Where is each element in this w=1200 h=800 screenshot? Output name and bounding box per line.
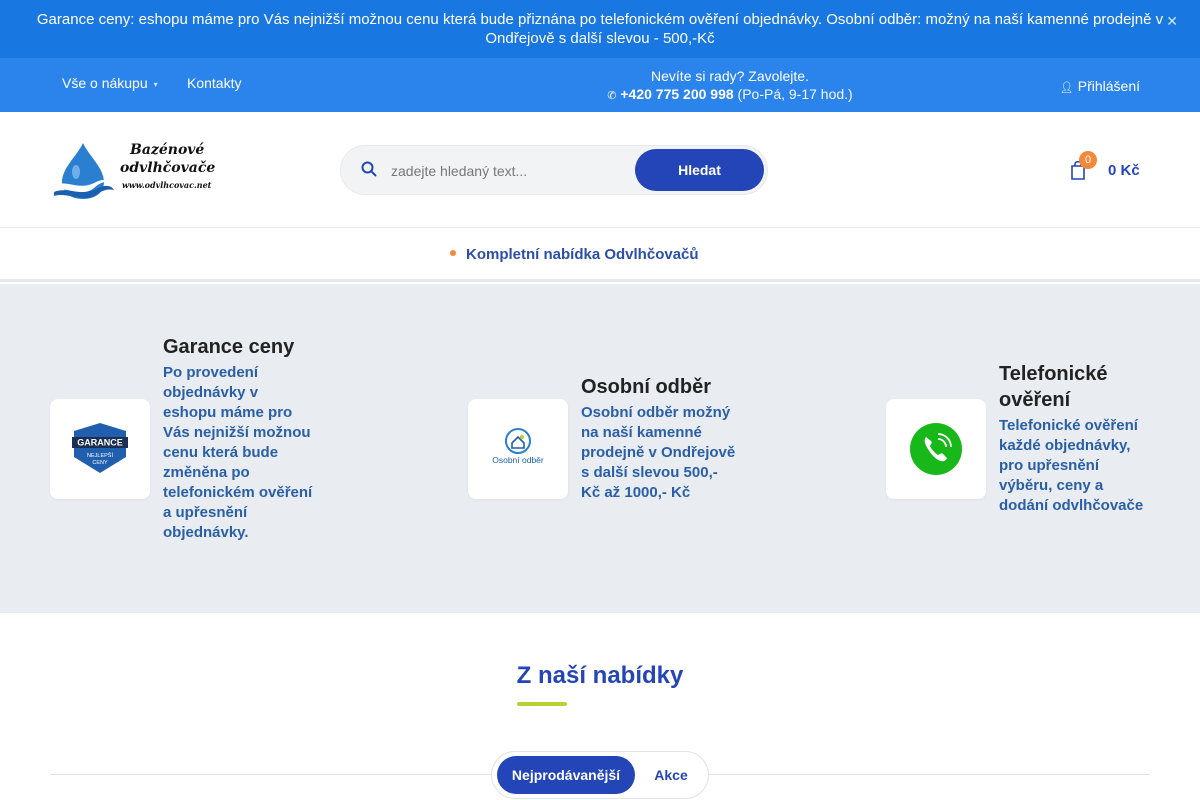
help-text: Nevíte si rady? Zavolejte. <box>651 68 809 84</box>
feature-price-guarantee: GARANCE NEJLEPŠÍ CENY Garance ceny Po pr… <box>50 336 350 576</box>
badge-line-2: NEJLEPŠÍ <box>87 452 113 459</box>
title-underline <box>517 702 567 706</box>
search-input[interactable] <box>391 156 631 186</box>
category-label: Kompletní nabídka Odvlhčovačů <box>466 246 699 263</box>
close-icon[interactable]: ✕ <box>1166 12 1178 31</box>
logo-text-line1: Bazénové <box>130 142 205 158</box>
feature-card <box>886 399 986 499</box>
announcement-text: Garance ceny: eshopu máme pro Vás nejniž… <box>36 11 1164 47</box>
site-logo[interactable]: Bazénové odvlhčovače www.odvlhcovac.net <box>52 140 217 202</box>
section-title: Z naší nabídky <box>516 662 684 689</box>
business-hours: (Po-Pá, 9-17 hod.) <box>737 86 853 102</box>
login-link[interactable]: 👤︎ Přihlášení <box>1060 78 1140 94</box>
guarantee-badge-icon: GARANCE NEJLEPŠÍ CENY <box>72 423 128 473</box>
features-section: GARANCE NEJLEPŠÍ CENY Garance ceny Po pr… <box>0 284 1200 613</box>
water-drop-logo-icon <box>52 143 114 199</box>
nav-link-kontakty[interactable]: Kontakty <box>187 75 241 91</box>
feature-title: Osobní odběr <box>581 376 711 398</box>
badge-line-1: GARANCE <box>77 438 123 448</box>
nav-link-label: Vše o nákupu <box>62 75 148 91</box>
cart-total: 0 Kč <box>1108 162 1140 179</box>
tab-best-sellers[interactable]: Nejprodávanější <box>497 756 635 794</box>
feature-card: GARANCE NEJLEPŠÍ CENY <box>50 399 150 499</box>
feature-title: Telefonické ověření <box>999 363 1108 411</box>
bullet-dot-icon <box>450 250 456 257</box>
feature-card: Osobní odběr <box>468 399 568 499</box>
offer-tabs: Nejprodávanější Akce <box>491 751 709 799</box>
search-box: Hledat <box>340 145 768 195</box>
feature-text: Osobní odběr možný na naší kamenné prode… <box>581 404 736 501</box>
search-icon[interactable] <box>361 161 377 177</box>
chevron-down-icon: ▾ <box>153 79 158 89</box>
cart[interactable]: 0 0 Kč <box>1070 151 1150 185</box>
logo-text-line3: www.odvlhcovac.net <box>122 180 212 190</box>
user-icon: 👤︎ <box>1059 82 1074 94</box>
feature-personal-pickup: Osobní odběr Osobní odběr Osobní odběr m… <box>468 346 768 576</box>
help-contact: Nevíte si rady? Zavolejte. ✆ +420 775 20… <box>600 67 860 105</box>
store-pickup-icon: Osobní odběr <box>492 428 544 465</box>
phone-number[interactable]: +420 775 200 998 <box>620 86 733 102</box>
badge-text: Osobní odběr <box>492 455 544 465</box>
feature-text: Telefonické ověření každé objednávky, pr… <box>999 417 1144 514</box>
tab-sale[interactable]: Akce <box>642 756 700 794</box>
cart-count-badge: 0 <box>1079 151 1097 169</box>
badge-line-3: CENY <box>92 460 108 466</box>
phone-call-icon <box>910 423 962 475</box>
feature-title: Garance ceny <box>163 336 295 358</box>
nav-link-vse-o-nakupu[interactable]: Vše o nákupu ▾ <box>62 75 158 91</box>
feature-phone-verification: Telefonické ověření Telefonické ověření … <box>886 346 1186 576</box>
phone-icon: ✆ <box>607 90 617 102</box>
nav-link-label: Kontakty <box>187 75 242 91</box>
login-label: Přihlášení <box>1077 78 1140 94</box>
category-complete-offer[interactable]: Kompletní nabídka Odvlhčovačů <box>450 246 699 263</box>
feature-text: Po provedení objednávky v eshopu máme pr… <box>163 364 313 541</box>
search-button[interactable]: Hledat <box>635 149 764 191</box>
logo-text-line2: odvlhčovače <box>120 160 216 176</box>
announcement-bar: Garance ceny: eshopu máme pro Vás nejniž… <box>0 0 1200 58</box>
category-bar: Kompletní nabídka Odvlhčovačů <box>0 227 1200 282</box>
top-navigation: Vše o nákupu ▾ Kontakty Nevíte si rady? Z… <box>0 58 1200 112</box>
